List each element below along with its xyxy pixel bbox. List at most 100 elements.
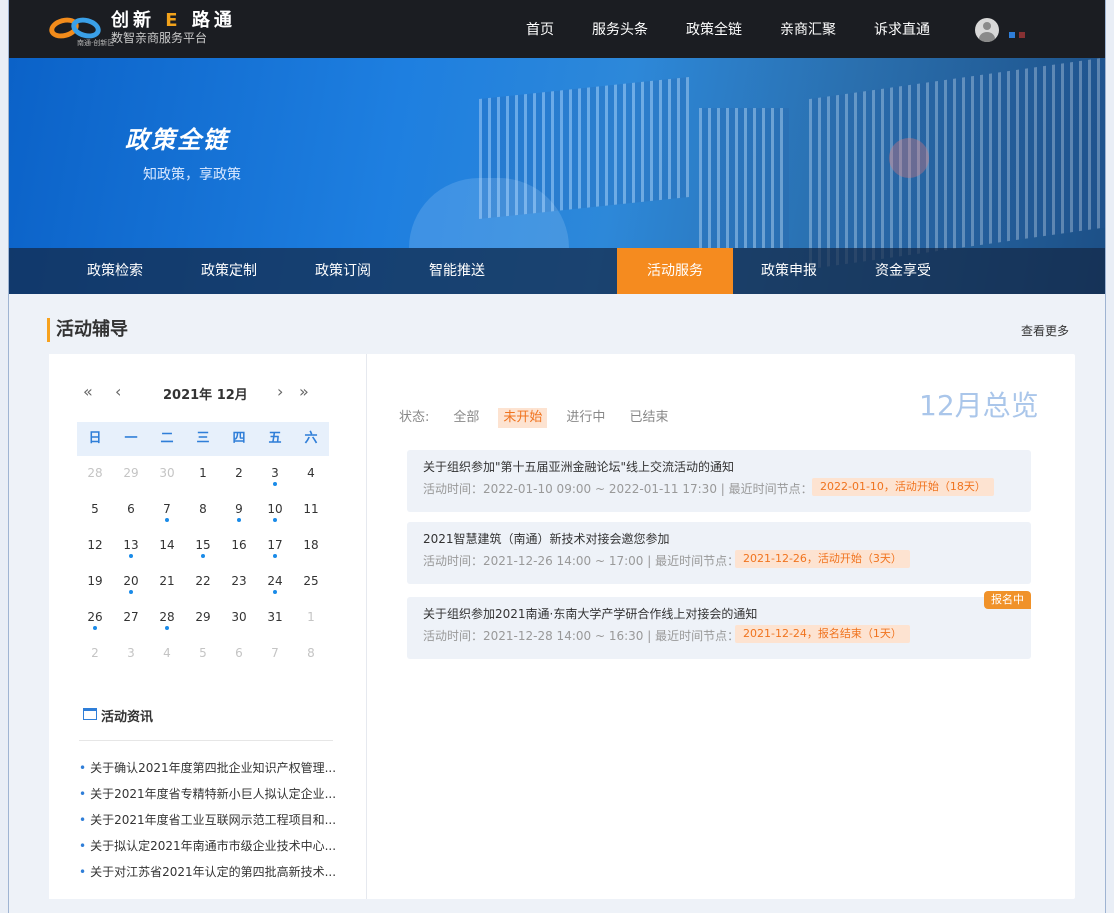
nav-appeal-direct[interactable]: 诉求直通 [874,19,930,39]
calendar-year-month: 2021年 12月 [163,388,248,403]
calendar-day[interactable]: 28 [77,456,113,492]
calendar-day[interactable]: 2 [77,636,113,672]
calendar-day-number: 9 [235,502,243,516]
site-logo[interactable]: 创新 E 路通 数智亲商服务平台 南通·创新区 [46,10,236,47]
calendar-day-number: 5 [91,502,99,516]
event-dot-icon [201,554,205,558]
calendar-day[interactable]: 29 [113,456,149,492]
calendar-day[interactable]: 5 [77,492,113,528]
calendar-day[interactable]: 7 [149,492,185,528]
prev-year-icon[interactable]: « [83,382,93,401]
status-all[interactable]: 全部 [448,408,484,428]
nav-policy-chain[interactable]: 政策全链 [686,19,742,39]
calendar-day[interactable]: 5 [185,636,221,672]
event-dot-icon [273,482,277,486]
calendar-day[interactable]: 28 [149,600,185,636]
calendar-day[interactable]: 1 [185,456,221,492]
calendar-day[interactable]: 8 [293,636,329,672]
tab-smart-push[interactable]: 智能推送 [399,248,515,294]
status-in-progress[interactable]: 进行中 [561,408,610,428]
tab-funding[interactable]: 资金享受 [845,248,961,294]
calendar-day-number: 31 [267,610,283,624]
calendar-day[interactable]: 17 [257,528,293,564]
calendar-day[interactable]: 2 [221,456,257,492]
signup-badge: 报名中 [984,591,1031,609]
calendar-day[interactable]: 14 [149,528,185,564]
calendar-day[interactable]: 8 [185,492,221,528]
calendar-day[interactable]: 25 [293,564,329,600]
calendar-day[interactable]: 6 [113,492,149,528]
calendar-day[interactable]: 15 [185,528,221,564]
next-year-icon[interactable]: » [299,382,309,401]
calendar-day[interactable]: 20 [113,564,149,600]
calendar-weekdays: 日 一 二 三 四 五 六 [77,422,329,456]
user-avatar-icon[interactable] [975,18,999,42]
activity-item[interactable]: 报名中 关于组织参加2021南通·东南大学产学研合作线上对接会的通知 活动时间：… [407,591,1031,659]
news-item[interactable]: 关于拟认定2021年南通市市级企业技术中心... [79,836,349,862]
calendar-day[interactable]: 7 [257,636,293,672]
activity-title[interactable]: 关于组织参加"第十五届亚洲金融论坛"线上交流活动的通知 [423,458,734,475]
calendar-day[interactable]: 3 [113,636,149,672]
news-item[interactable]: 关于确认2021年度第四批企业知识产权管理... [79,758,349,784]
activity-item[interactable]: 2021智慧建筑（南通）新技术对接会邀您参加 活动时间：2021-12-26 1… [407,522,1031,584]
next-month-icon[interactable]: › [277,382,283,401]
calendar-day[interactable]: 4 [149,636,185,672]
calendar-day[interactable]: 24 [257,564,293,600]
calendar-day[interactable]: 29 [185,600,221,636]
calendar-day[interactable]: 11 [293,492,329,528]
calendar-day[interactable]: 6 [221,636,257,672]
calendar-day[interactable]: 19 [77,564,113,600]
calendar-day[interactable]: 30 [149,456,185,492]
logo-subtitle: 数智亲商服务平台 [111,31,208,45]
activity-node-tag: 2021-12-24，报名结束（1天） [735,625,910,643]
activity-title[interactable]: 2021智慧建筑（南通）新技术对接会邀您参加 [423,530,670,547]
event-dot-icon [273,518,277,522]
news-item[interactable]: 关于2021年度省工业互联网示范工程项目和... [79,810,349,836]
calendar-day-number: 28 [159,610,175,624]
logo-region: 南通·创新区 [77,39,115,47]
calendar-day[interactable]: 23 [221,564,257,600]
calendar-day-number: 17 [267,538,283,552]
calendar-day[interactable]: 12 [77,528,113,564]
activity-item[interactable]: 关于组织参加"第十五届亚洲金融论坛"线上交流活动的通知 活动时间：2022-01… [407,450,1031,512]
user-name[interactable] [1009,23,1049,38]
news-item[interactable]: 关于对江苏省2021年认定的第四批高新技术... [79,862,349,888]
calendar-week: 19 20 21 22 23 24 25 [77,564,329,600]
calendar-day[interactable]: 4 [293,456,329,492]
calendar-day[interactable]: 13 [113,528,149,564]
nav-service-news[interactable]: 服务头条 [592,19,648,39]
tab-policy-subscribe[interactable]: 政策订阅 [285,248,401,294]
calendar-day-number: 25 [303,574,319,588]
prev-month-icon[interactable]: ‹ [115,382,121,401]
calendar-day-number: 15 [195,538,211,552]
tab-policy-custom[interactable]: 政策定制 [171,248,287,294]
calendar-day[interactable]: 22 [185,564,221,600]
calendar-day-number: 7 [271,646,279,660]
status-ended[interactable]: 已结束 [624,408,673,428]
calendar-day-number: 26 [87,610,103,624]
calendar-day-number: 13 [123,538,139,552]
calendar-day[interactable]: 9 [221,492,257,528]
calendar-day[interactable]: 16 [221,528,257,564]
calendar-day[interactable]: 27 [113,600,149,636]
calendar-day[interactable]: 21 [149,564,185,600]
calendar-day[interactable]: 30 [221,600,257,636]
nav-home[interactable]: 首页 [526,19,554,39]
calendar-day-number: 30 [231,610,247,624]
calendar-day[interactable]: 18 [293,528,329,564]
calendar-day[interactable]: 3 [257,456,293,492]
calendar-day[interactable]: 31 [257,600,293,636]
calendar-day[interactable]: 10 [257,492,293,528]
tab-policy-apply[interactable]: 政策申报 [731,248,847,294]
tab-activity-service[interactable]: 活动服务 [617,248,733,294]
nav-business-hub[interactable]: 亲商汇聚 [780,19,836,39]
news-item[interactable]: 关于2021年度省专精特新小巨人拟认定企业... [79,784,349,810]
logo-text: 创新 E 路通 数智亲商服务平台 [111,11,236,46]
activity-title[interactable]: 关于组织参加2021南通·东南大学产学研合作线上对接会的通知 [423,605,757,622]
status-not-started[interactable]: 未开始 [498,408,548,428]
tab-policy-search[interactable]: 政策检索 [57,248,173,294]
calendar-day[interactable]: 26 [77,600,113,636]
view-more-link[interactable]: 查看更多 [1021,322,1069,339]
calendar-day-number: 20 [123,574,139,588]
calendar-day[interactable]: 1 [293,600,329,636]
